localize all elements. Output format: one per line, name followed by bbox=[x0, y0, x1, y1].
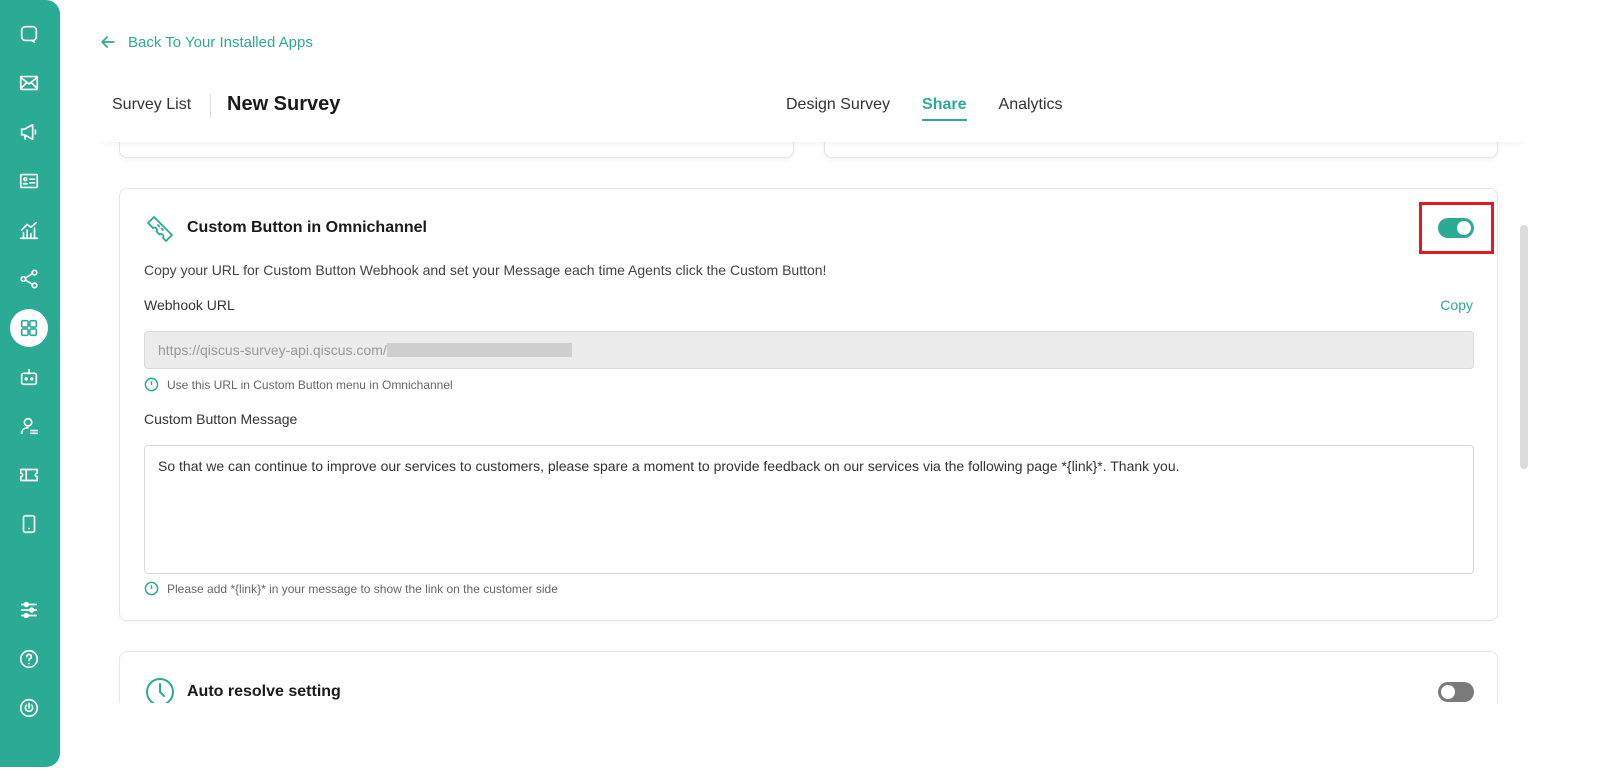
webhook-hint: Use this URL in Custom Button menu in Om… bbox=[144, 377, 453, 392]
auto-resolve-title: Auto resolve setting bbox=[187, 683, 341, 700]
back-link-label: Back To Your Installed Apps bbox=[128, 33, 313, 51]
content-fade bbox=[97, 703, 1528, 781]
message-hint-text: Please add *{link}* in your message to s… bbox=[167, 581, 558, 596]
webhook-hint-text: Use this URL in Custom Button menu in Om… bbox=[167, 377, 453, 392]
info-icon bbox=[144, 377, 159, 392]
header-divider bbox=[210, 94, 211, 118]
webhook-url-value: https://qiscus-survey-api.qiscus.com/ bbox=[158, 342, 387, 358]
card-title: Custom Button in Omnichannel bbox=[187, 219, 427, 236]
help-icon[interactable] bbox=[10, 640, 48, 678]
agent-icon[interactable] bbox=[10, 407, 48, 445]
webhook-url-field[interactable]: https://qiscus-survey-api.qiscus.com/ bbox=[144, 331, 1474, 369]
chat-icon[interactable] bbox=[10, 15, 48, 53]
message-hint: Please add *{link}* in your message to s… bbox=[144, 581, 558, 596]
auto-resolve-card: Auto resolve setting bbox=[119, 651, 1498, 711]
auto-resolve-toggle[interactable] bbox=[1438, 682, 1474, 702]
survey-tabs: Design Survey Share Analytics bbox=[786, 96, 1063, 121]
arrow-left-icon bbox=[101, 36, 115, 48]
robot-icon[interactable] bbox=[10, 358, 48, 396]
custom-button-message-textarea[interactable]: So that we can continue to improve our s… bbox=[144, 445, 1474, 574]
survey-name: New Survey bbox=[227, 93, 341, 115]
megaphone-icon[interactable] bbox=[10, 113, 48, 151]
tab-analytics[interactable]: Analytics bbox=[999, 96, 1063, 121]
back-link[interactable]: Back To Your Installed Apps bbox=[98, 32, 313, 52]
toggle-knob bbox=[1457, 221, 1471, 235]
settings-sliders-icon[interactable] bbox=[10, 591, 48, 629]
redacted-block bbox=[386, 343, 572, 357]
tab-design-survey[interactable]: Design Survey bbox=[786, 96, 890, 121]
apps-grid-icon[interactable] bbox=[10, 309, 48, 347]
contact-card-icon[interactable] bbox=[10, 162, 48, 200]
custom-button-card: Custom Button in Omnichannel Copy your U… bbox=[119, 188, 1498, 621]
tab-share[interactable]: Share bbox=[922, 96, 967, 121]
analytics-chart-icon[interactable] bbox=[10, 211, 48, 249]
sidebar bbox=[0, 0, 60, 767]
webhook-url-label: Webhook URL bbox=[144, 297, 235, 313]
info-icon bbox=[144, 581, 159, 596]
ticket-outline-icon bbox=[144, 213, 176, 245]
power-icon[interactable] bbox=[10, 689, 48, 727]
survey-header: Survey List New Survey Design Survey Sha… bbox=[97, 70, 1528, 142]
scrollbar-thumb[interactable] bbox=[1520, 225, 1528, 469]
toggle-knob bbox=[1441, 685, 1455, 699]
message-label: Custom Button Message bbox=[144, 411, 298, 427]
share-nodes-icon[interactable] bbox=[10, 260, 48, 298]
copy-button[interactable]: Copy bbox=[1440, 297, 1473, 313]
custom-button-toggle[interactable] bbox=[1438, 218, 1474, 238]
mobile-icon[interactable] bbox=[10, 505, 48, 543]
mail-icon[interactable] bbox=[10, 64, 48, 102]
survey-list-link[interactable]: Survey List bbox=[112, 96, 191, 114]
ticket-icon[interactable] bbox=[10, 456, 48, 494]
card-description: Copy your URL for Custom Button Webhook … bbox=[144, 262, 827, 278]
